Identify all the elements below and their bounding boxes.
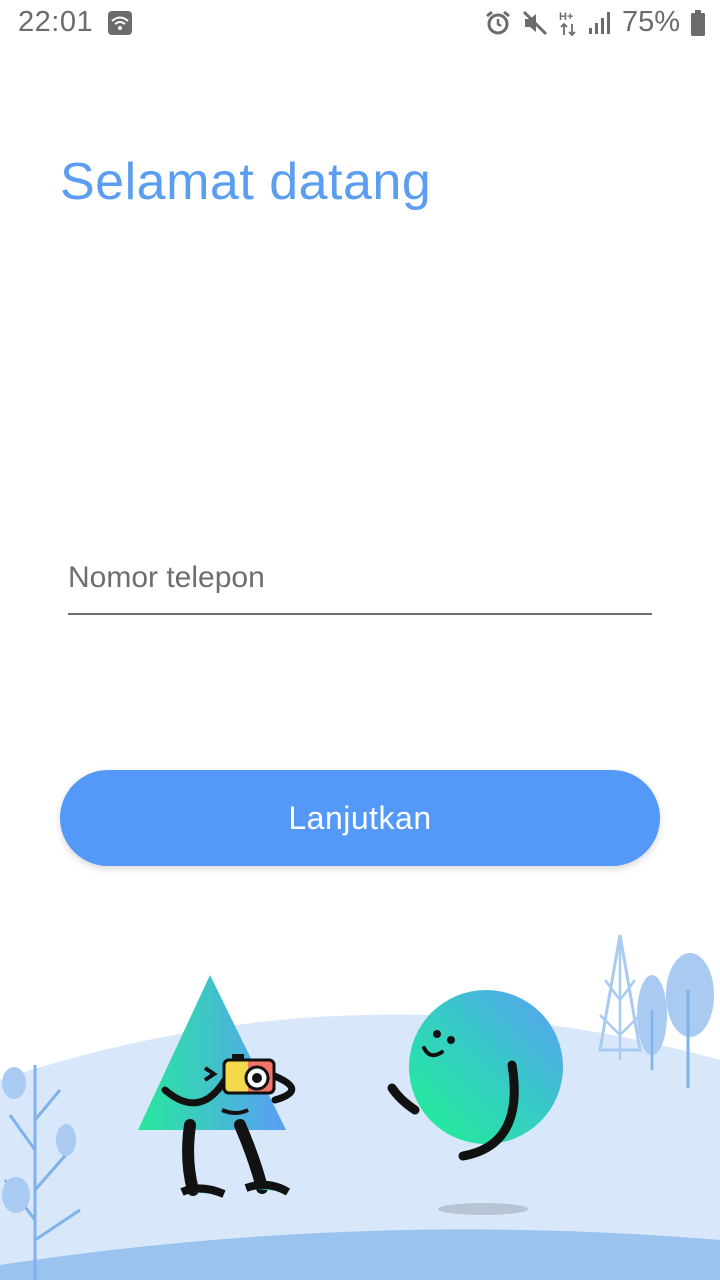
svg-text:H+: H+ <box>559 11 573 23</box>
battery-percent: 75% <box>621 6 680 38</box>
hplus-data-icon: H+ <box>558 9 578 37</box>
phone-number-field[interactable] <box>68 555 652 615</box>
wifi-icon <box>108 10 132 35</box>
camera-icon <box>222 1054 276 1095</box>
welcome-illustration <box>0 920 720 1280</box>
status-bar: 22:01 H+ 75% <box>0 0 720 48</box>
status-icons: H+ 75% <box>484 6 706 39</box>
phone-number-input[interactable] <box>68 555 652 601</box>
continue-button[interactable]: Lanjutkan <box>60 770 660 866</box>
alarm-icon <box>484 9 512 37</box>
page-title: Selamat datang <box>60 153 432 211</box>
signal-icon <box>588 11 612 35</box>
status-time: 22:01 <box>18 6 94 38</box>
battery-icon <box>690 9 706 37</box>
mute-icon <box>522 10 548 36</box>
